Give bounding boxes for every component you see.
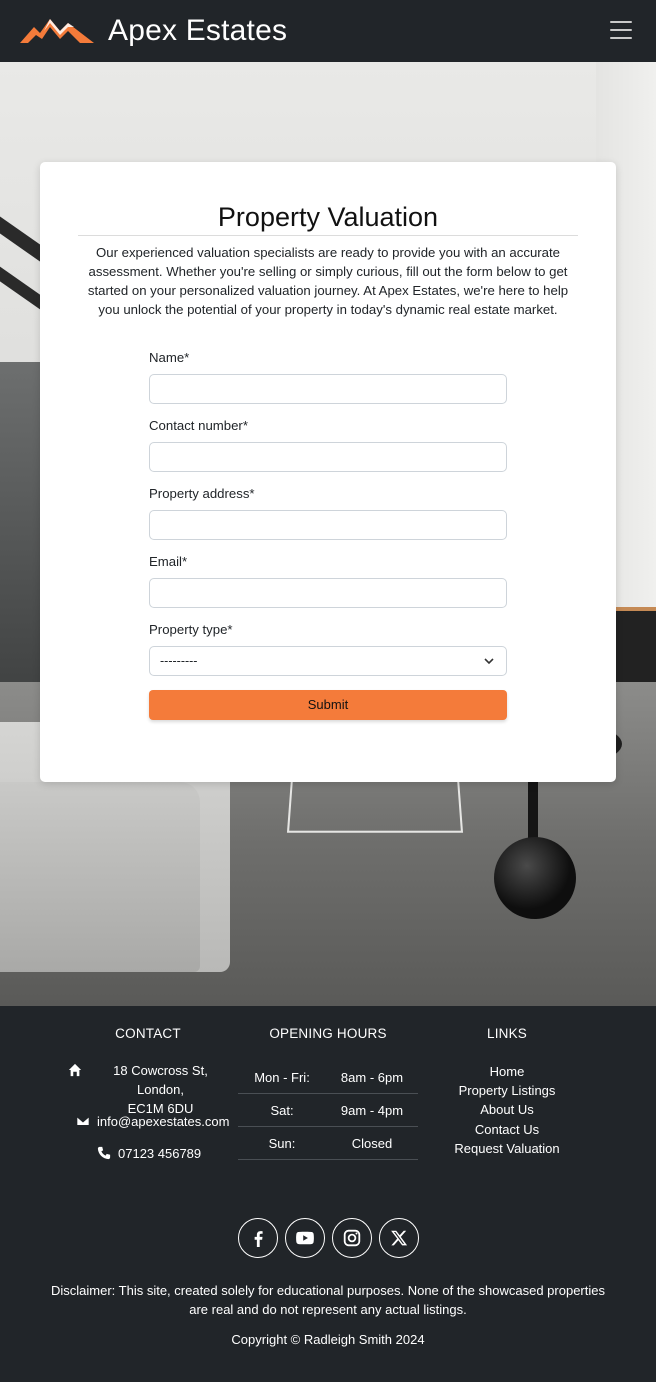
opening-hours-table: Mon - Fri: 8am - 6pm Sat: 9am - 4pm Sun:…	[238, 1061, 418, 1160]
facebook-icon	[254, 1231, 263, 1247]
phone-icon	[97, 1146, 111, 1160]
contact-email: info@apexestates.com	[97, 1114, 230, 1129]
email-line[interactable]: info@apexestates.com	[76, 1112, 229, 1131]
home-icon	[68, 1063, 82, 1077]
hours-time: Closed	[351, 1135, 393, 1151]
phone-line[interactable]: 07123 456789	[97, 1144, 201, 1163]
envelope-icon	[76, 1116, 90, 1126]
instagram-button[interactable]	[332, 1218, 372, 1258]
social-links	[238, 1218, 419, 1258]
hours-day: Sat:	[270, 1102, 294, 1118]
footer-link-about-us[interactable]: About Us	[430, 1100, 584, 1119]
footer-link-request-valuation[interactable]: Request Valuation	[430, 1139, 584, 1158]
contact-phone: 07123 456789	[118, 1146, 202, 1161]
submit-button[interactable]: Submit	[149, 690, 507, 720]
address-line: 18 Cowcross St, London, EC1M 6DU	[68, 1061, 232, 1118]
hero-background-image: Property Valuation Our experienced valua…	[0, 62, 656, 1006]
hours-row: Sun: Closed	[238, 1127, 418, 1160]
youtube-button[interactable]	[285, 1218, 325, 1258]
navbar: Apex Estates	[0, 0, 656, 62]
footer: CONTACT OPENING HOURS LINKS 18 Cowcross …	[0, 1006, 656, 1382]
hours-row: Mon - Fri: 8am - 6pm	[238, 1061, 418, 1094]
hours-row: Sat: 9am - 4pm	[238, 1094, 418, 1127]
property-type-label: Property type*	[149, 622, 233, 637]
name-input[interactable]	[149, 374, 507, 404]
valuation-card: Property Valuation Our experienced valua…	[40, 162, 616, 782]
hours-time: 9am - 4pm	[340, 1102, 404, 1118]
contact-number-label: Contact number*	[149, 418, 248, 433]
property-address-label: Property address*	[149, 486, 255, 501]
x-twitter-button[interactable]	[379, 1218, 419, 1258]
contact-heading: CONTACT	[115, 1026, 181, 1041]
hamburger-menu-icon[interactable]	[610, 21, 632, 39]
address-line1: 18 Cowcross St, London,	[113, 1063, 208, 1097]
facebook-button[interactable]	[238, 1218, 278, 1258]
hours-day: Mon - Fri:	[254, 1069, 310, 1085]
title-divider	[78, 235, 578, 236]
page-title: Property Valuation	[217, 202, 439, 232]
email-input[interactable]	[149, 578, 507, 608]
contact-number-input[interactable]	[149, 442, 507, 472]
brand-link[interactable]: Apex Estates	[20, 14, 287, 48]
chevron-down-icon	[484, 658, 494, 665]
name-label: Name*	[149, 350, 190, 365]
footer-links: Home Property Listings About Us Contact …	[430, 1062, 584, 1158]
footer-link-property-listings[interactable]: Property Listings	[430, 1081, 584, 1100]
copyright-text: Copyright © Radleigh Smith 2024	[231, 1332, 425, 1347]
property-type-select[interactable]: ---------	[149, 646, 507, 676]
valuation-form: Name* Contact number* Property address* …	[149, 350, 507, 720]
intro-text: Our experienced valuation specialists ar…	[87, 245, 569, 317]
email-label: Email*	[149, 554, 188, 569]
links-heading: LINKS	[486, 1026, 528, 1041]
footer-link-contact-us[interactable]: Contact Us	[430, 1120, 584, 1139]
disclaimer-text: Disclaimer: This site, created solely fo…	[51, 1283, 605, 1317]
youtube-icon	[296, 1231, 314, 1245]
hours-day: Sun:	[268, 1135, 296, 1151]
property-address-input[interactable]	[149, 510, 507, 540]
instagram-icon	[343, 1229, 361, 1247]
property-type-value: ---------	[160, 654, 198, 668]
hours-time: 8am - 6pm	[340, 1069, 404, 1085]
mountain-logo-icon	[20, 19, 94, 43]
opening-hours-heading: OPENING HOURS	[269, 1026, 387, 1041]
x-twitter-icon	[391, 1230, 408, 1246]
brand-name: Apex Estates	[108, 14, 288, 47]
footer-link-home[interactable]: Home	[430, 1062, 584, 1081]
